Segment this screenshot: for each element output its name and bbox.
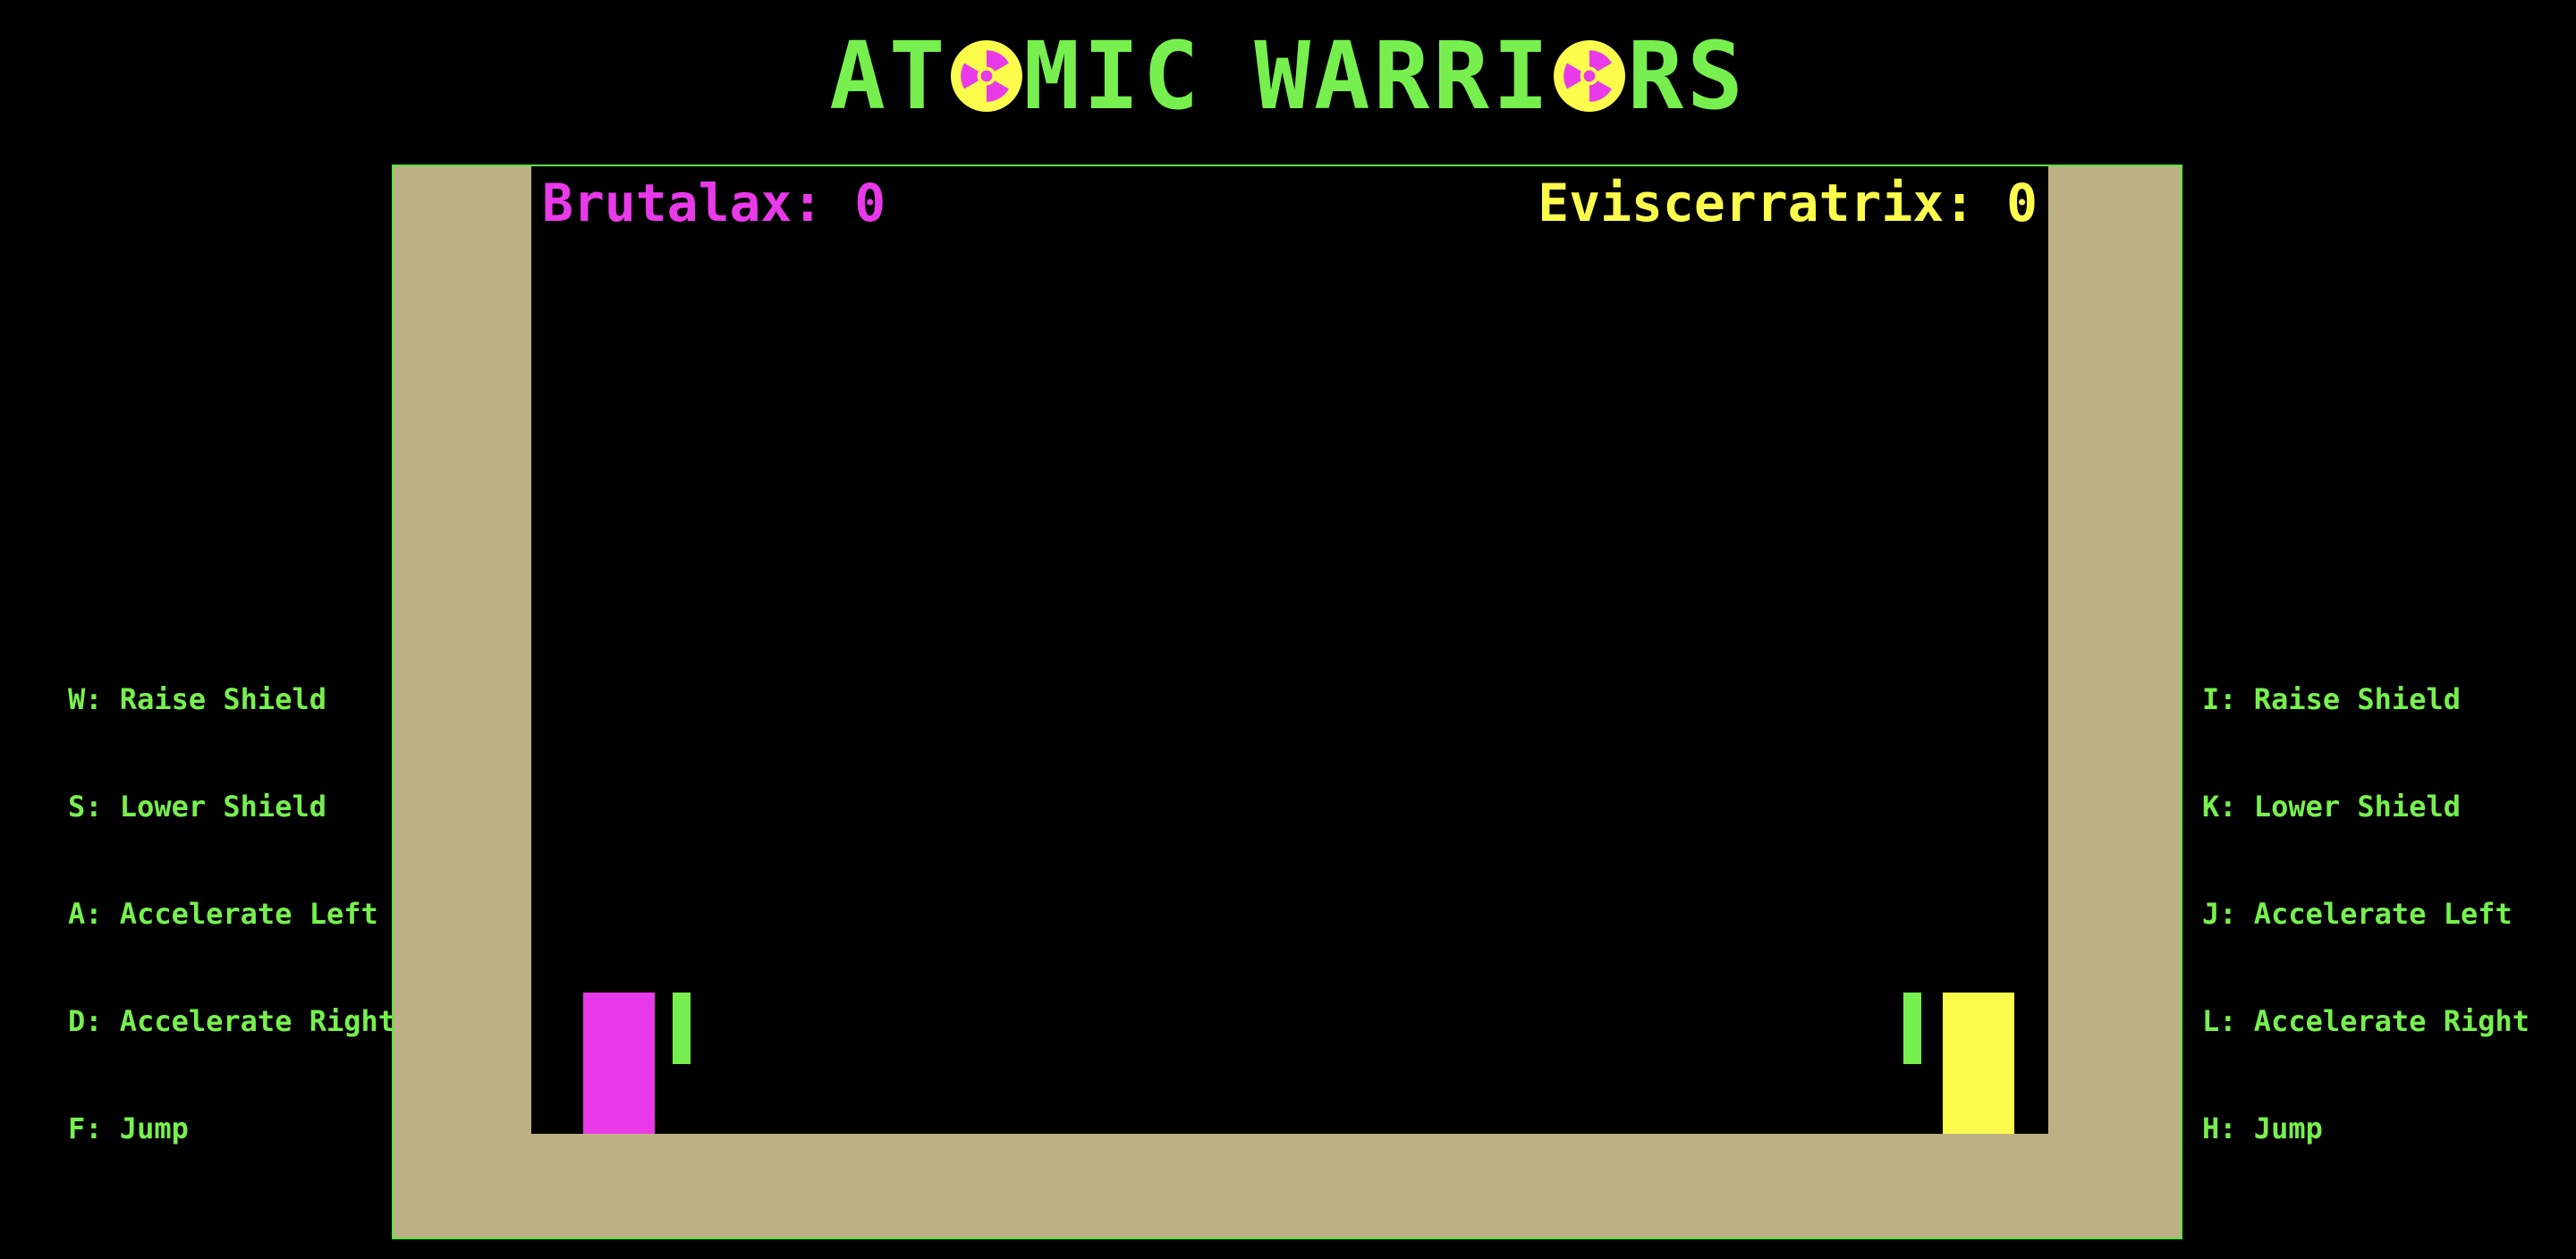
title-text-part2: MIC [1023,21,1203,131]
control-raise-shield-p1: W: Raise Shield [68,682,326,716]
player1-score: Brutalax: 0 [542,173,886,233]
player2-shield [1903,993,1921,1064]
game-arena: Brutalax: 0 Eviscerratrix: 0 [392,165,2182,1239]
player2-fighter [1943,993,2014,1134]
control-accelerate-left-p1: A: Accelerate Left [68,897,378,931]
player1-controls-legend: W: Raise Shield S: Lower Shield A: Accel… [68,610,395,1182]
control-lower-shield-p2: K: Lower Shield [2202,790,2461,824]
player2-controls-legend: I: Raise Shield K: Lower Shield J: Accel… [2202,610,2529,1182]
title-text-part1: AT [829,21,949,131]
control-accelerate-left-p2: J: Accelerate Left [2202,897,2512,931]
radiation-trefoil-icon [950,40,1022,112]
player1-shield [673,993,691,1064]
game-title: AT MIC WARRI RS [0,27,2576,125]
control-jump-p2: H: Jump [2202,1111,2323,1145]
player2-score: Eviscerratrix: 0 [1538,173,2038,233]
control-accelerate-right-p1: D: Accelerate Right [68,1004,396,1038]
control-jump-p1: F: Jump [68,1111,189,1145]
player1-fighter [583,993,655,1134]
play-field: Brutalax: 0 Eviscerratrix: 0 [531,166,2048,1134]
title-text-part3: WARRI [1254,21,1553,131]
title-text-part4: RS [1627,21,1747,131]
control-lower-shield-p1: S: Lower Shield [68,790,326,824]
control-raise-shield-p2: I: Raise Shield [2202,682,2461,716]
radiation-trefoil-icon [1554,40,1626,112]
control-accelerate-right-p2: L: Accelerate Right [2202,1004,2530,1038]
